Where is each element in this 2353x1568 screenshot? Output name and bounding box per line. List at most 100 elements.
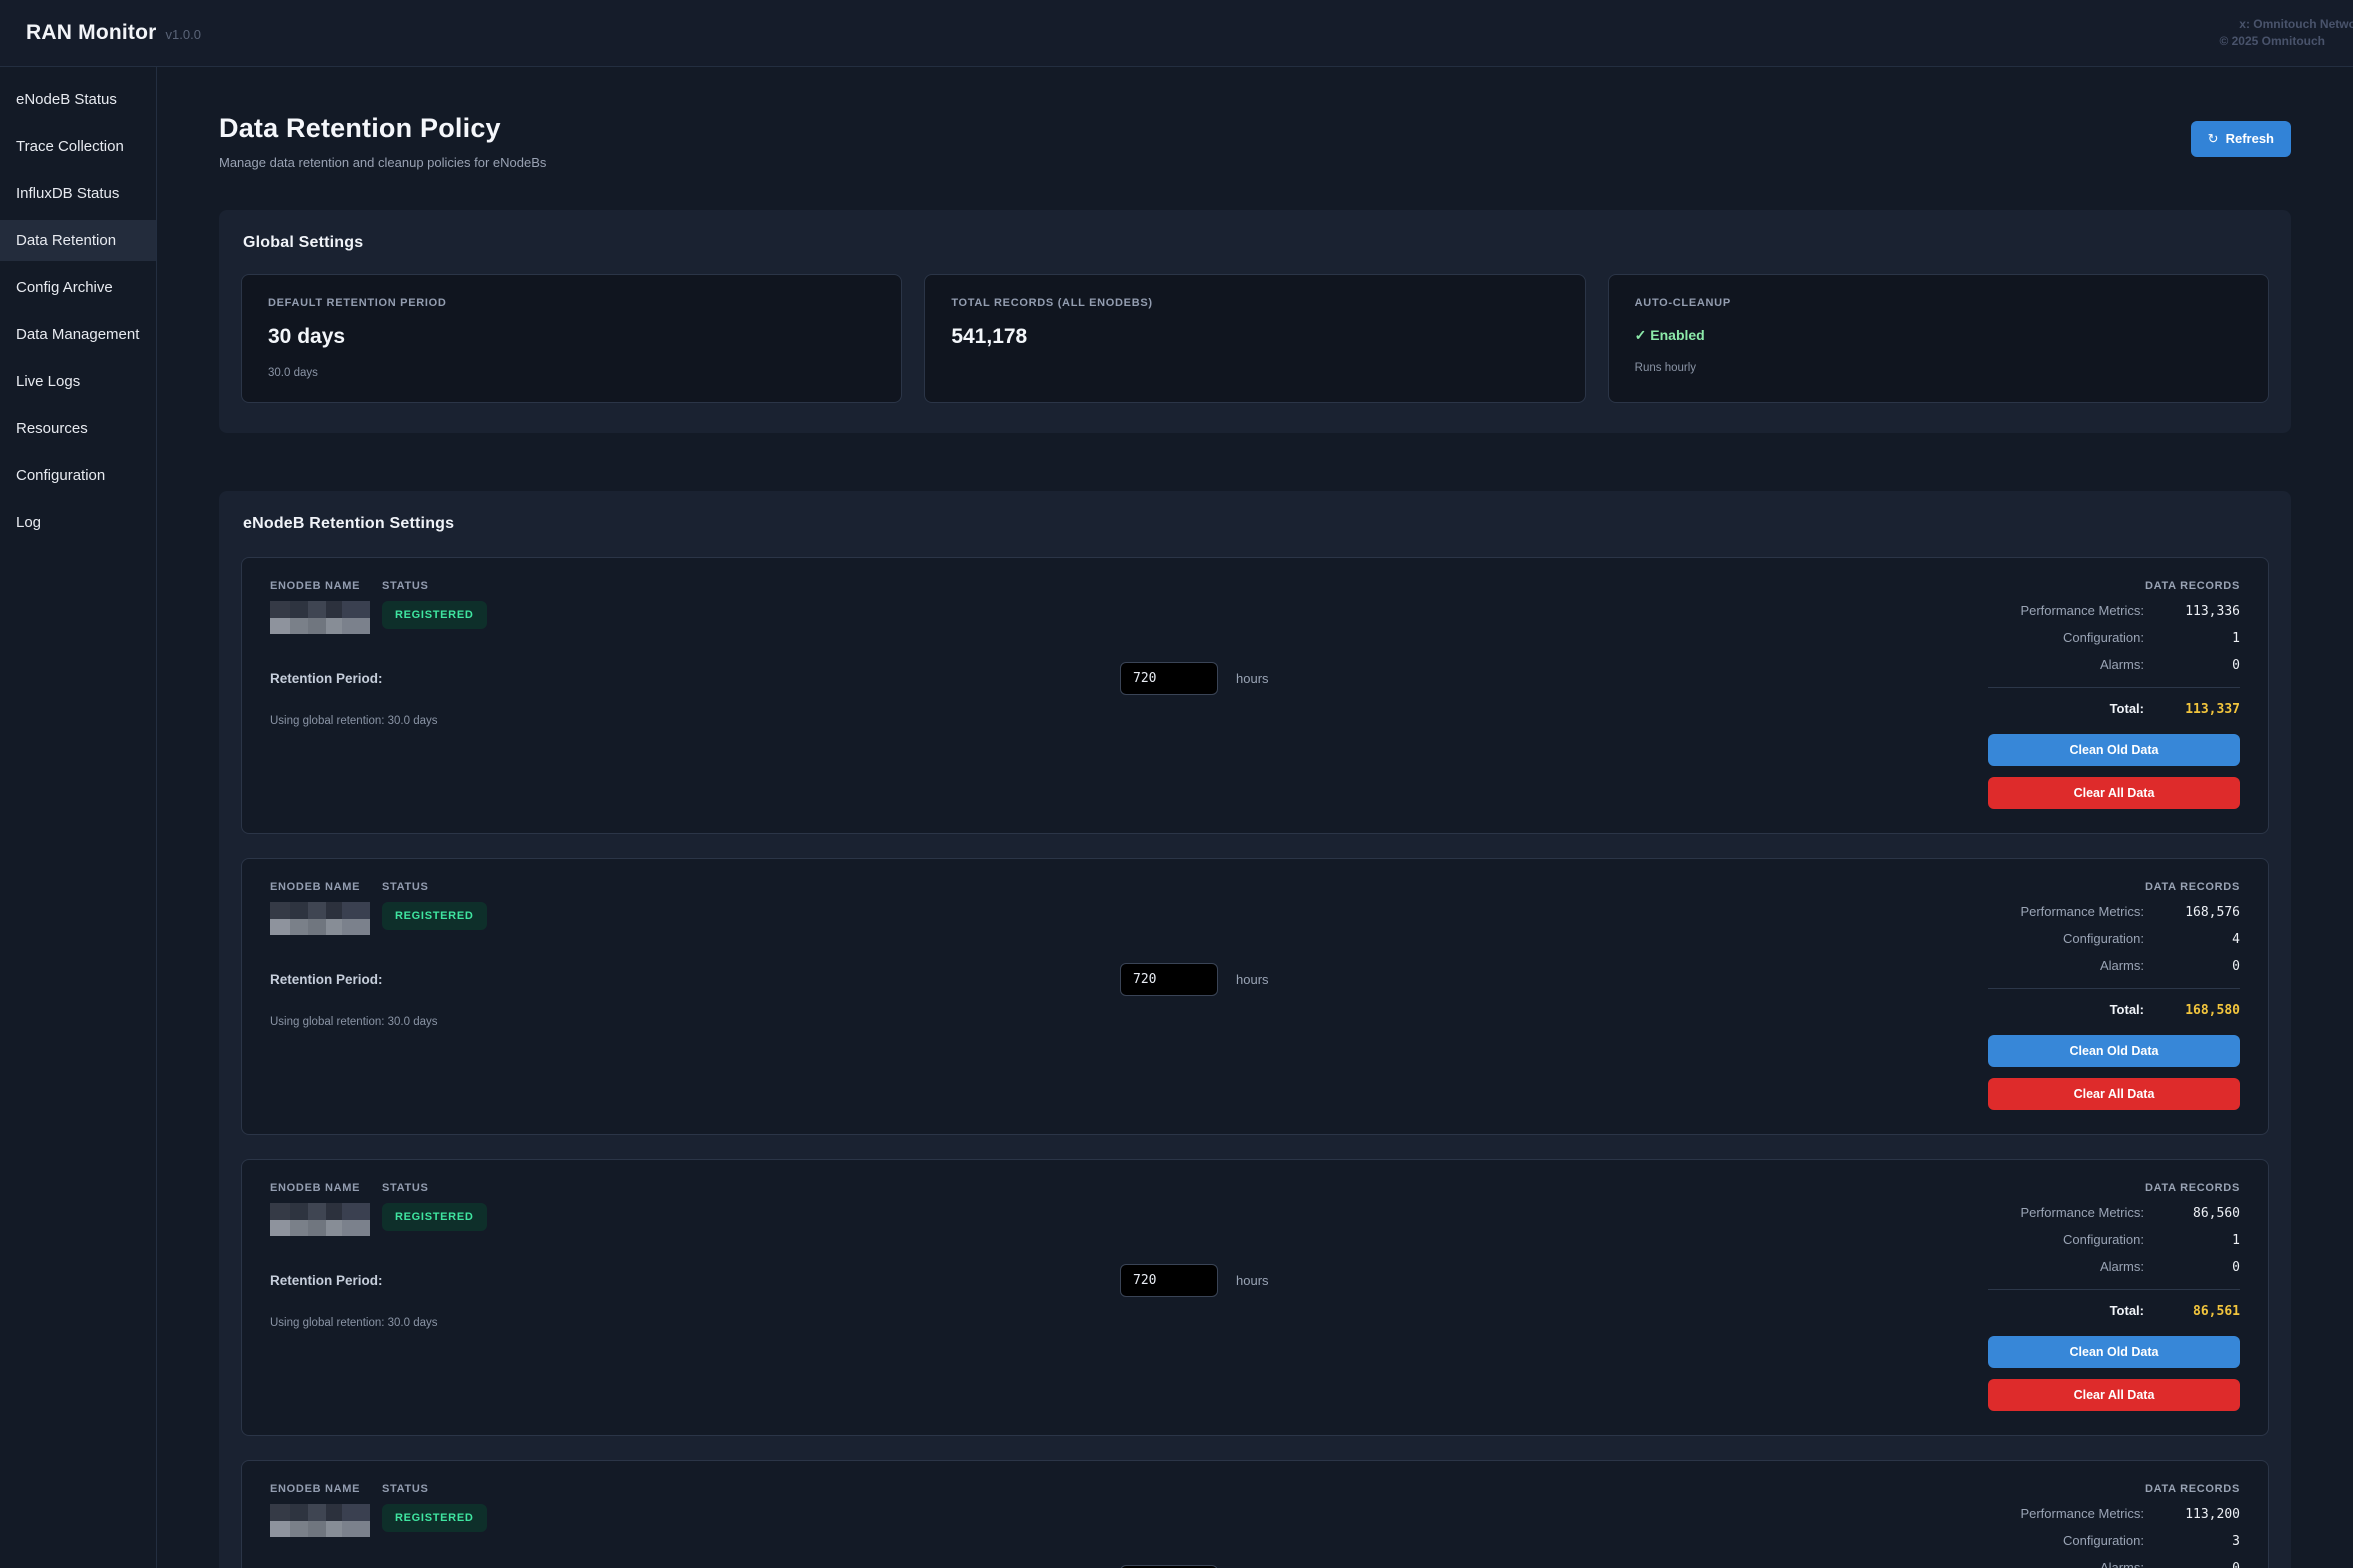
stat-sub: Runs hourly — [1635, 362, 2242, 375]
retention-settings-heading: eNodeB Retention Settings — [243, 515, 2269, 533]
global-retention-note: Using global retention: 30.0 days — [270, 1016, 1948, 1028]
configuration-label: Configuration: — [1988, 1533, 2144, 1548]
app-title: RAN Monitor — [26, 21, 157, 45]
enodeb-card: ENODEB NAME STATUS REGISTERED Retention … — [241, 1159, 2269, 1436]
status-label: STATUS — [382, 1483, 487, 1495]
top-header: RAN Monitor v1.0.0 x: Omnitouch Network … — [0, 0, 2353, 67]
enodeb-status-col: STATUS REGISTERED — [382, 881, 487, 935]
alarms-value: 0 — [2144, 1561, 2240, 1568]
enodeb-name-label: ENODEB NAME — [270, 1182, 382, 1194]
performance-metrics-label: Performance Metrics: — [1988, 904, 2144, 919]
sidebar-item-configuration[interactable]: Configuration — [0, 455, 156, 496]
enodeb-name-redacted — [270, 1203, 370, 1236]
sidebar-item-influxdb-status[interactable]: InfluxDB Status — [0, 173, 156, 214]
app-version: v1.0.0 — [166, 27, 201, 42]
enodeb-head-row: ENODEB NAME STATUS REGISTERED — [270, 580, 1948, 634]
performance-metrics-value: 168,576 — [2144, 905, 2240, 920]
metric-row-alarms: Alarms: 0 — [1988, 1560, 2240, 1568]
metric-row-total: Total: 168,580 — [1988, 1002, 2240, 1018]
sidebar-item-resources[interactable]: Resources — [0, 408, 156, 449]
clean-old-data-button[interactable]: Clean Old Data — [1988, 734, 2240, 766]
sidebar-item-enodeb-status[interactable]: eNodeB Status — [0, 79, 156, 120]
metric-row-total: Total: 86,561 — [1988, 1303, 2240, 1319]
performance-metrics-value: 86,560 — [2144, 1206, 2240, 1221]
retention-period-label: Retention Period: — [270, 671, 1120, 686]
sidebar: eNodeB Status Trace Collection InfluxDB St… — [0, 67, 157, 1568]
status-badge: REGISTERED — [382, 601, 487, 629]
global-settings-section: Global Settings DEFAULT RETENTION PERIOD… — [219, 210, 2291, 433]
retention-period-row: Retention Period: hours — [270, 662, 1948, 695]
brand: RAN Monitor v1.0.0 — [26, 21, 201, 45]
hours-unit-label: hours — [1236, 972, 1269, 987]
configuration-label: Configuration: — [1988, 630, 2144, 645]
retention-settings-section: eNodeB Retention Settings ENODEB NAME ST… — [219, 491, 2291, 1568]
configuration-value: 1 — [2144, 1233, 2240, 1248]
metric-row-performance: Performance Metrics: 113,336 — [1988, 603, 2240, 619]
enodeb-name-col: ENODEB NAME — [270, 881, 382, 935]
status-badge: REGISTERED — [382, 1203, 487, 1231]
alarms-value: 0 — [2144, 1260, 2240, 1275]
configuration-label: Configuration: — [1988, 931, 2144, 946]
global-stat-panel: TOTAL RECORDS (ALL ENODEBS) 541,178 — [924, 274, 1585, 403]
metric-row-alarms: Alarms: 0 — [1988, 958, 2240, 974]
records-divider — [1988, 1289, 2240, 1290]
stat-value: 541,178 — [951, 325, 1558, 349]
enodeb-card-list: ENODEB NAME STATUS REGISTERED Retention … — [241, 557, 2269, 1568]
clear-all-data-button[interactable]: Clear All Data — [1988, 777, 2240, 809]
configuration-value: 3 — [2144, 1534, 2240, 1549]
global-stats-row: DEFAULT RETENTION PERIOD 30 days 30.0 da… — [241, 274, 2269, 403]
records-divider — [1988, 687, 2240, 688]
retention-hours-input[interactable] — [1120, 1264, 1218, 1297]
enodeb-head-row: ENODEB NAME STATUS REGISTERED — [270, 881, 1948, 935]
alarms-value: 0 — [2144, 959, 2240, 974]
enodeb-name-redacted — [270, 902, 370, 935]
total-value: 113,337 — [2144, 702, 2240, 717]
page-head-text: Data Retention Policy Manage data retent… — [219, 113, 546, 170]
sidebar-item-log[interactable]: Log — [0, 502, 156, 543]
page-head: Data Retention Policy Manage data retent… — [219, 113, 2291, 170]
metric-row-performance: Performance Metrics: 113,200 — [1988, 1506, 2240, 1522]
clear-all-data-button[interactable]: Clear All Data — [1988, 1379, 2240, 1411]
global-stat-panel: AUTO-CLEANUP ✓ Enabled Runs hourly — [1608, 274, 2269, 403]
retention-period-label: Retention Period: — [270, 1273, 1120, 1288]
stat-sub: 30.0 days — [268, 367, 875, 380]
sidebar-item-live-logs[interactable]: Live Logs — [0, 361, 156, 402]
performance-metrics-label: Performance Metrics: — [1988, 603, 2144, 618]
sidebar-item-data-management[interactable]: Data Management — [0, 314, 156, 355]
enodeb-card-left: ENODEB NAME STATUS REGISTERED Retention … — [270, 1483, 1988, 1568]
total-label: Total: — [1988, 1303, 2144, 1318]
retention-period-row: Retention Period: hours — [270, 963, 1948, 996]
global-retention-note: Using global retention: 30.0 days — [270, 715, 1948, 727]
metric-row-configuration: Configuration: 4 — [1988, 931, 2240, 947]
clean-old-data-button[interactable]: Clean Old Data — [1988, 1035, 2240, 1067]
enodeb-name-col: ENODEB NAME — [270, 1483, 382, 1537]
clear-all-data-button[interactable]: Clear All Data — [1988, 1078, 2240, 1110]
global-retention-note: Using global retention: 30.0 days — [270, 1317, 1948, 1329]
enodeb-card-left: ENODEB NAME STATUS REGISTERED Retention … — [270, 881, 1988, 1110]
status-label: STATUS — [382, 1182, 487, 1194]
page-subtitle: Manage data retention and cleanup polici… — [219, 155, 546, 170]
total-label: Total: — [1988, 701, 2144, 716]
metric-row-configuration: Configuration: 1 — [1988, 630, 2240, 646]
enodeb-card: ENODEB NAME STATUS REGISTERED Retention … — [241, 557, 2269, 834]
enodeb-name-redacted — [270, 601, 370, 634]
status-badge: REGISTERED — [382, 902, 487, 930]
sidebar-item-config-archive[interactable]: Config Archive — [0, 267, 156, 308]
enodeb-card-right: DATA RECORDS Performance Metrics: 86,560… — [1988, 1182, 2240, 1411]
retention-hours-input[interactable] — [1120, 662, 1218, 695]
alarms-label: Alarms: — [1988, 1259, 2144, 1274]
refresh-button[interactable]: ↻Refresh — [2191, 121, 2291, 157]
data-records-label: DATA RECORDS — [1988, 881, 2240, 893]
retention-hours-input[interactable] — [1120, 963, 1218, 996]
metric-row-performance: Performance Metrics: 168,576 — [1988, 904, 2240, 920]
stat-label: DEFAULT RETENTION PERIOD — [268, 297, 875, 309]
global-stat-panel: DEFAULT RETENTION PERIOD 30 days 30.0 da… — [241, 274, 902, 403]
sidebar-item-data-retention[interactable]: Data Retention — [0, 220, 156, 261]
sidebar-item-trace-collection[interactable]: Trace Collection — [0, 126, 156, 167]
refresh-icon: ↻ — [2208, 131, 2219, 146]
performance-metrics-label: Performance Metrics: — [1988, 1506, 2144, 1521]
enodeb-card-left: ENODEB NAME STATUS REGISTERED Retention … — [270, 1182, 1988, 1411]
clean-old-data-button[interactable]: Clean Old Data — [1988, 1336, 2240, 1368]
configuration-value: 1 — [2144, 631, 2240, 646]
page-title: Data Retention Policy — [219, 113, 546, 144]
